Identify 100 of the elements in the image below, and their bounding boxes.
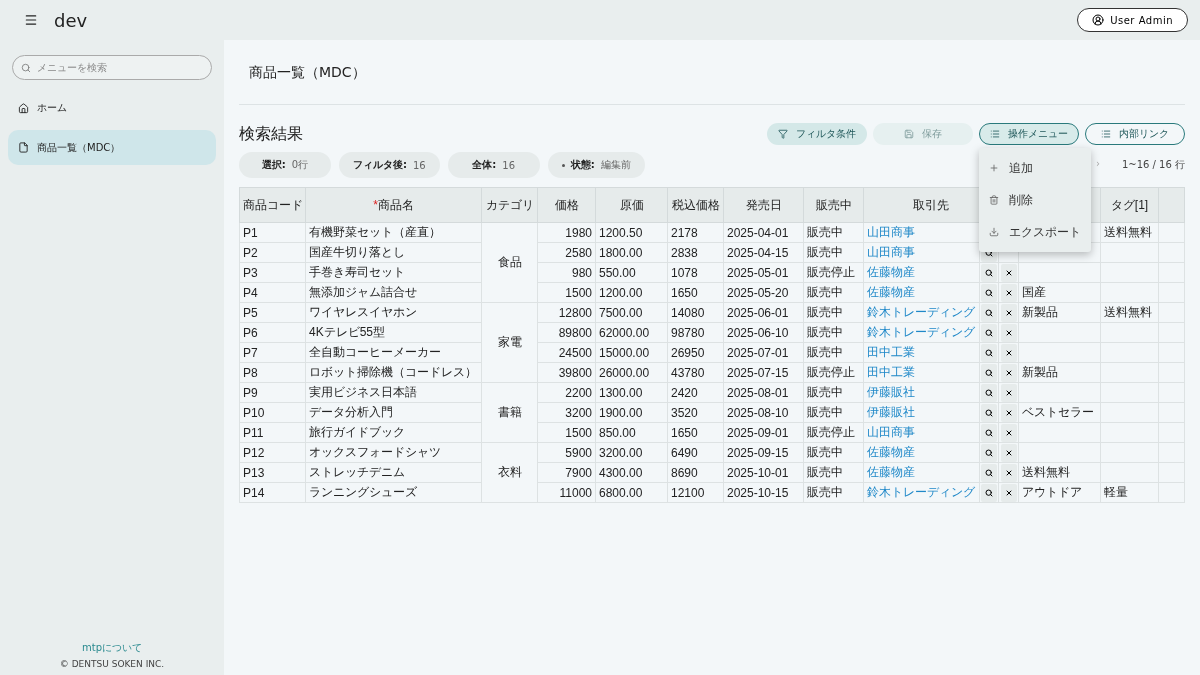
column-header: 商品コード [242,197,303,212]
table-cell: 24500 [537,342,596,363]
table-cell: 2025-08-01 [723,382,804,403]
list-icon [990,129,1000,139]
close-icon [1004,388,1013,397]
clear-button[interactable] [1000,283,1017,302]
menu-item[interactable]: 追加 [979,152,1091,184]
clear-button[interactable] [1000,303,1017,322]
table-cell: 12800 [537,302,596,323]
clear-button[interactable] [1000,323,1017,342]
table-cell: P11 [239,422,306,443]
search-button[interactable] [981,403,997,422]
table-cell: 26000.00 [595,362,668,383]
table-cell: 3520 [667,402,724,423]
clear-button[interactable] [1000,383,1017,402]
table-cell: 国産 [1018,282,1101,303]
table-cell: 販売停止 [803,262,864,283]
close-icon [1004,468,1013,477]
table-cell: 43780 [667,362,724,383]
table-cell: P4 [239,282,306,303]
table-cell: P14 [239,482,306,503]
close-icon [1004,448,1013,457]
menu-item[interactable]: 削除 [979,184,1091,216]
clear-button[interactable] [1000,403,1017,422]
clear-button[interactable] [1000,443,1017,462]
next-page-link[interactable]: › [1095,158,1100,172]
table-cell: 販売中 [803,222,864,243]
table-cell: 1200.50 [595,222,668,243]
table-cell: 4300.00 [595,462,668,483]
filter-icon [778,129,788,139]
user-button[interactable]: User Admin [1077,8,1188,32]
home-icon [18,102,29,114]
search-button[interactable] [981,443,997,462]
clear-button[interactable] [1000,263,1017,282]
table-cell: ベストセラー [1018,402,1101,423]
table-cell: 98780 [667,322,724,343]
table-cell: 2025-04-15 [723,242,804,263]
close-icon [1004,488,1013,497]
search-button[interactable] [981,343,997,362]
table-cell: 980 [537,262,596,283]
column-header: タグ[1] [1110,197,1149,212]
table-cell: P6 [239,322,306,343]
search-button[interactable] [981,263,997,282]
menu-search-field[interactable]: メニューを検索 [12,55,212,80]
operations-menu-button[interactable]: 操作メニュー [979,123,1079,145]
search-button[interactable] [981,483,997,502]
table-cell: 5900 [537,442,596,463]
table-cell: 2025-08-10 [723,402,804,423]
table-cell: 販売中 [803,382,864,403]
table-cell: P7 [239,342,306,363]
table-cell: 2580 [537,242,596,263]
close-icon [1004,428,1013,437]
clear-button[interactable] [1000,343,1017,362]
table-cell: 2420 [667,382,724,403]
table-cell: 販売中 [803,302,864,323]
search-button[interactable] [981,323,997,342]
table-cell: 書籍 [481,382,538,443]
table-cell: 14080 [667,302,724,323]
sidebar-item[interactable]: ホーム [8,94,216,122]
close-icon [1004,368,1013,377]
table-cell: ワイヤレスイヤホン [305,302,482,323]
about-link[interactable]: mtpについて [82,641,142,655]
table-cell: 販売中 [803,402,864,423]
search-button[interactable] [981,363,997,382]
table-cell: 販売中 [803,282,864,303]
table-cell: 39800 [537,362,596,383]
sidebar-item[interactable]: 商品一覧（MDC） [8,130,216,165]
app-title: dev [54,9,89,31]
table-cell: アウトドア [1018,482,1101,503]
column-header: 販売中 [815,197,852,212]
table-cell: 12100 [667,482,724,503]
table-cell: 15000.00 [595,342,668,363]
search-button[interactable] [981,423,997,442]
menu-icon[interactable] [24,13,38,27]
table-cell: 2178 [667,222,724,243]
search-button[interactable] [981,303,997,322]
menu-item[interactable]: エクスポート [979,216,1091,248]
search-button[interactable] [981,283,997,302]
list-icon [1101,129,1111,139]
table-cell: P9 [239,382,306,403]
plus-icon [989,163,999,173]
row-range-text: 1~16 / 16 行 [1121,158,1185,172]
document-icon [18,142,29,153]
search-button[interactable] [981,463,997,482]
chip-value: 16 [502,159,516,171]
table-cell: 販売中 [803,482,864,503]
column-header: 発売日 [745,197,782,212]
search-button[interactable] [981,383,997,402]
clear-button[interactable] [1000,423,1017,442]
filter-button[interactable]: フィルタ条件 [767,123,867,145]
clear-button[interactable] [1000,463,1017,482]
close-icon [1004,408,1013,417]
table-cell: 1980 [537,222,596,243]
close-icon [1004,268,1013,277]
table-cell: 2025-05-20 [723,282,804,303]
table-cell: 販売中 [803,442,864,463]
clear-button[interactable] [1000,363,1017,382]
table-cell: オックスフォードシャツ [305,442,482,463]
clear-button[interactable] [1000,483,1017,502]
table-cell: 衣料 [481,442,538,503]
